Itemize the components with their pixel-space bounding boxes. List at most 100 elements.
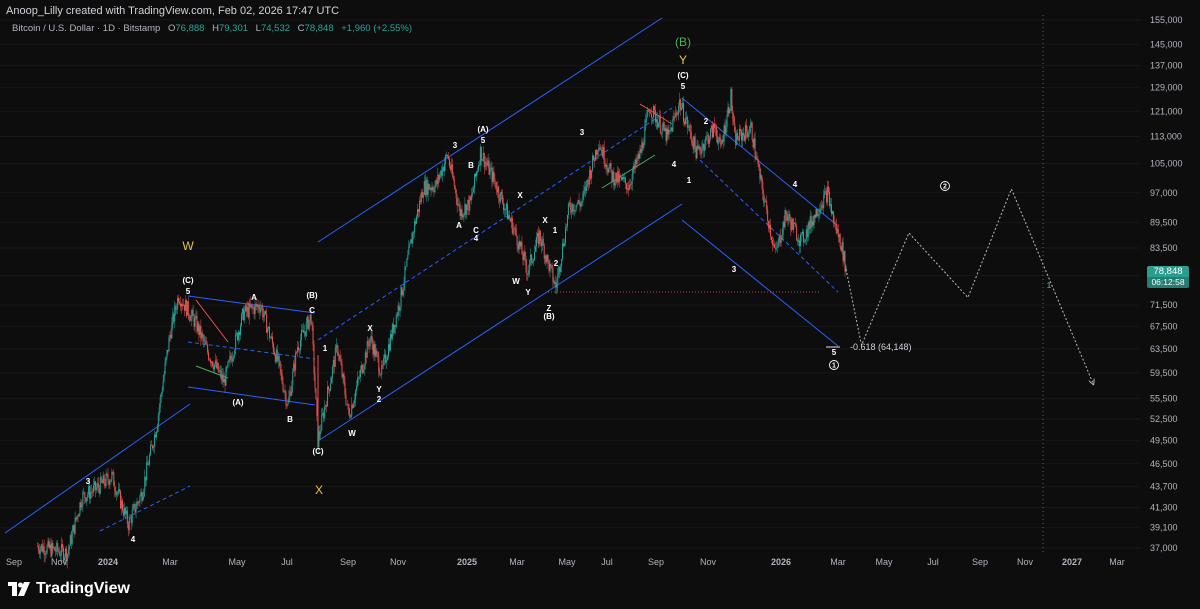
candle — [563, 243, 565, 247]
candle — [263, 315, 265, 318]
candle — [117, 492, 119, 494]
wave-label: Y — [376, 385, 382, 394]
candle — [330, 377, 332, 384]
wave-label: A — [456, 221, 462, 230]
candle — [704, 145, 706, 152]
wave-label: 4 — [672, 160, 677, 169]
candle — [360, 365, 362, 370]
price-chart[interactable]: (B)Y(C)5WX(C)5A (B)C1XY2(A)B(C)W343(A)5BA… — [0, 0, 1200, 570]
candle — [716, 136, 718, 144]
candle — [181, 303, 183, 306]
candle — [811, 221, 813, 228]
candle — [187, 301, 189, 316]
candle — [792, 218, 794, 230]
candle — [328, 386, 330, 390]
candle — [698, 146, 700, 149]
candle — [285, 392, 287, 406]
candle — [264, 311, 266, 316]
candle — [579, 203, 581, 207]
candle — [279, 361, 281, 370]
candle — [475, 173, 477, 177]
wave-label: 5 — [186, 287, 191, 296]
candle — [788, 214, 790, 218]
candle — [784, 210, 786, 228]
candle — [519, 240, 521, 247]
candle — [106, 473, 108, 475]
candle — [467, 199, 469, 205]
candle — [87, 494, 89, 498]
x-tick-label: May — [228, 557, 246, 567]
candle — [789, 214, 791, 221]
candle — [377, 353, 379, 358]
candle — [831, 211, 833, 215]
candle — [204, 340, 206, 342]
candle — [271, 336, 273, 344]
candle — [774, 247, 776, 249]
candle — [283, 391, 285, 392]
candle — [148, 464, 150, 466]
candle — [487, 160, 489, 166]
candle — [245, 305, 247, 312]
candle — [300, 330, 302, 340]
candle — [210, 359, 212, 363]
candle — [566, 215, 568, 227]
candle — [49, 544, 51, 548]
candle — [192, 309, 194, 317]
candle — [719, 137, 721, 145]
candle — [720, 144, 722, 145]
grid — [0, 19, 1140, 549]
candle — [840, 246, 842, 251]
candle — [548, 260, 550, 272]
candle — [599, 147, 601, 151]
candle — [108, 480, 110, 486]
wave-label: (A) — [477, 125, 488, 134]
candle — [67, 550, 69, 554]
candle — [253, 307, 255, 315]
x-tick-label: Mar — [162, 557, 178, 567]
y-tick-label: 145,000 — [1150, 40, 1183, 50]
candle — [186, 301, 188, 316]
candle — [775, 247, 777, 249]
candle — [585, 186, 587, 191]
candle — [90, 491, 92, 499]
candle — [346, 404, 348, 405]
candle — [592, 155, 594, 171]
candle — [490, 167, 492, 169]
candle — [365, 352, 367, 358]
candle — [464, 204, 466, 214]
candle — [740, 128, 742, 132]
candle — [169, 334, 171, 338]
candle — [483, 152, 485, 168]
candle — [160, 394, 162, 398]
candle — [777, 239, 779, 248]
candle — [185, 300, 187, 316]
candle — [210, 361, 212, 363]
tradingview-logo[interactable]: TradingView — [8, 580, 130, 598]
candle — [763, 193, 765, 203]
x-tick-label: Jul — [601, 557, 613, 567]
candle — [432, 187, 434, 191]
x-tick-label: 2024 — [98, 557, 118, 567]
candle — [331, 366, 333, 378]
candle — [701, 148, 703, 154]
candle — [239, 332, 241, 336]
candle — [829, 192, 831, 206]
candle — [355, 390, 357, 400]
candle — [651, 113, 653, 118]
candle — [600, 149, 602, 151]
candle — [668, 130, 670, 135]
candle — [680, 99, 682, 110]
candle — [242, 308, 244, 321]
candle — [191, 309, 193, 315]
candle — [817, 214, 819, 217]
wave-label: 1 — [553, 226, 558, 235]
candle — [48, 540, 50, 548]
candle — [368, 344, 370, 347]
candle — [430, 188, 432, 190]
candle — [673, 116, 675, 120]
candle — [835, 223, 837, 234]
candle — [515, 228, 517, 237]
candle — [157, 414, 159, 427]
candle — [452, 175, 454, 180]
candle — [586, 180, 588, 191]
